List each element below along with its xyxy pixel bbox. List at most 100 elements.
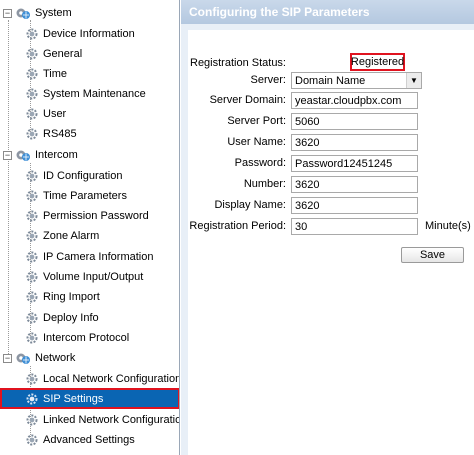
sidebar-item-permission-password[interactable]: Permission Password [22,206,179,225]
gear-icon [26,190,38,201]
server-row: Server: Domain Name ▼ [188,71,474,89]
sidebar-item-label: Permission Password [43,209,149,222]
sidebar-item-label: IP Camera Information [43,250,154,263]
number-input[interactable] [291,176,418,193]
password-input[interactable] [291,155,418,172]
gear-globe-icon [16,353,30,364]
server-domain-input[interactable] [291,92,418,109]
sidebar-item-zone-alarm[interactable]: Zone Alarm [22,226,179,245]
server-port-input[interactable] [291,113,418,130]
sidebar-item-label: User [43,107,67,120]
server-select[interactable]: Domain Name ▼ [291,72,422,89]
sidebar-item-ring-import[interactable]: Ring Import [22,287,179,306]
server-domain-row: Server Domain: [188,91,474,109]
sidebar-item-label: RS485 [43,127,77,140]
server-select-value: Domain Name [295,74,366,87]
server-port-row: Server Port: [188,112,474,130]
sidebar-item-label: Zone Alarm [43,229,100,242]
sidebar-item-user[interactable]: User [22,104,179,123]
sidebar-item-label: Intercom Protocol [43,331,130,344]
server-port-label: Server Port: [227,115,286,127]
gear-icon [26,393,38,404]
gear-icon [26,434,38,445]
gear-icon [26,128,38,139]
page-title: Configuring the SIP Parameters [189,5,370,19]
sip-parameters-panel: Configuring the SIP Parameters Registrat… [181,0,474,455]
sidebar-item-volume-input-output[interactable]: Volume Input/Output [22,267,179,286]
registration-period-label: Registration Period: [189,220,286,232]
server-domain-label: Server Domain: [209,94,286,106]
tree-line [8,20,9,362]
sidebar-item-label: Device Information [43,27,135,40]
sidebar-item-label: General [43,47,83,60]
gear-globe-icon [16,150,30,161]
gear-icon [26,312,38,323]
gear-icon [26,291,38,302]
sidebar-item-label: Deploy Info [43,311,99,324]
number-label: Number: [243,178,286,190]
tree-group-intercom[interactable]: − Intercom [0,145,179,165]
gear-icon [26,210,38,221]
registration-period-unit: Minute(s) [425,220,471,232]
user-name-input[interactable] [291,134,418,151]
sidebar-item-label: Volume Input/Output [43,270,144,283]
sidebar-item-rs485[interactable]: RS485 [22,124,179,143]
sip-form: Registration Status: Registered Server: … [188,30,474,455]
gear-icon [26,230,38,241]
server-label: Server: [250,74,286,86]
collapse-toggle-icon[interactable]: − [3,8,12,18]
gear-globe-icon [16,8,30,19]
sidebar-item-label: Linked Network Configuration [43,413,180,426]
sidebar-item-label: ID Configuration [43,169,123,182]
sidebar-item-advanced-settings[interactable]: Advanced Settings [22,430,179,449]
collapse-toggle-icon[interactable]: − [3,150,12,160]
sidebar-item-label: Local Network Configuration [43,372,180,385]
sidebar-item-label: Advanced Settings [43,433,135,446]
collapse-toggle-icon[interactable]: − [3,353,12,363]
sidebar-item-time[interactable]: Time [22,64,179,83]
chevron-down-icon[interactable]: ▼ [406,73,421,88]
sidebar-item-label: SIP Settings [43,392,104,405]
gear-icon [26,251,38,262]
panel-header: Configuring the SIP Parameters [181,0,474,24]
sidebar-item-time-parameters[interactable]: Time Parameters [22,186,179,205]
sidebar-item-deploy-info[interactable]: Deploy Info [22,308,179,327]
gear-icon [26,108,38,119]
sidebar-item-label: Time Parameters [43,189,127,202]
sidebar-item-intercom-protocol[interactable]: Intercom Protocol [22,328,179,347]
display-name-row: Display Name: [188,196,474,214]
gear-icon [26,68,38,79]
sidebar-item-linked-network-configuration[interactable]: Linked Network Configuration [22,410,179,429]
number-row: Number: [188,175,474,193]
gear-icon [26,332,38,343]
gear-icon [26,28,38,39]
sidebar-item-ip-camera-information[interactable]: IP Camera Information [22,247,179,266]
save-button[interactable]: Save [401,247,464,263]
tree-group-label: Network [35,352,76,364]
sidebar-item-label: System Maintenance [43,87,146,100]
sidebar-item-general[interactable]: General [22,44,179,63]
gear-icon [26,48,38,59]
tree-group-label: Intercom [35,149,78,161]
display-name-label: Display Name: [214,199,286,211]
registration-status-row: Registration Status: [188,54,474,72]
sidebar-item-label: Ring Import [43,290,100,303]
gear-icon [26,373,38,384]
display-name-input[interactable] [291,197,418,214]
registration-status-label: Registration Status: [190,57,286,69]
sidebar-item-system-maintenance[interactable]: System Maintenance [22,84,179,103]
gear-icon [26,170,38,181]
gear-icon [26,271,38,282]
registration-period-input[interactable] [291,218,418,235]
sidebar-item-local-network-configuration[interactable]: Local Network Configuration [22,369,179,388]
registration-period-row: Registration Period: Minute(s) [188,217,474,235]
sidebar-item-id-configuration[interactable]: ID Configuration [22,166,179,185]
password-label: Password: [234,157,286,169]
tree-group-label: System [35,7,72,19]
sidebar-item-device-information[interactable]: Device Information [22,24,179,43]
gear-icon [26,88,38,99]
tree-group-network[interactable]: − Network [0,348,179,368]
sidebar-item-sip-settings[interactable]: SIP Settings [0,388,179,409]
password-row: Password: [188,154,474,172]
tree-group-system[interactable]: − System [0,3,179,23]
